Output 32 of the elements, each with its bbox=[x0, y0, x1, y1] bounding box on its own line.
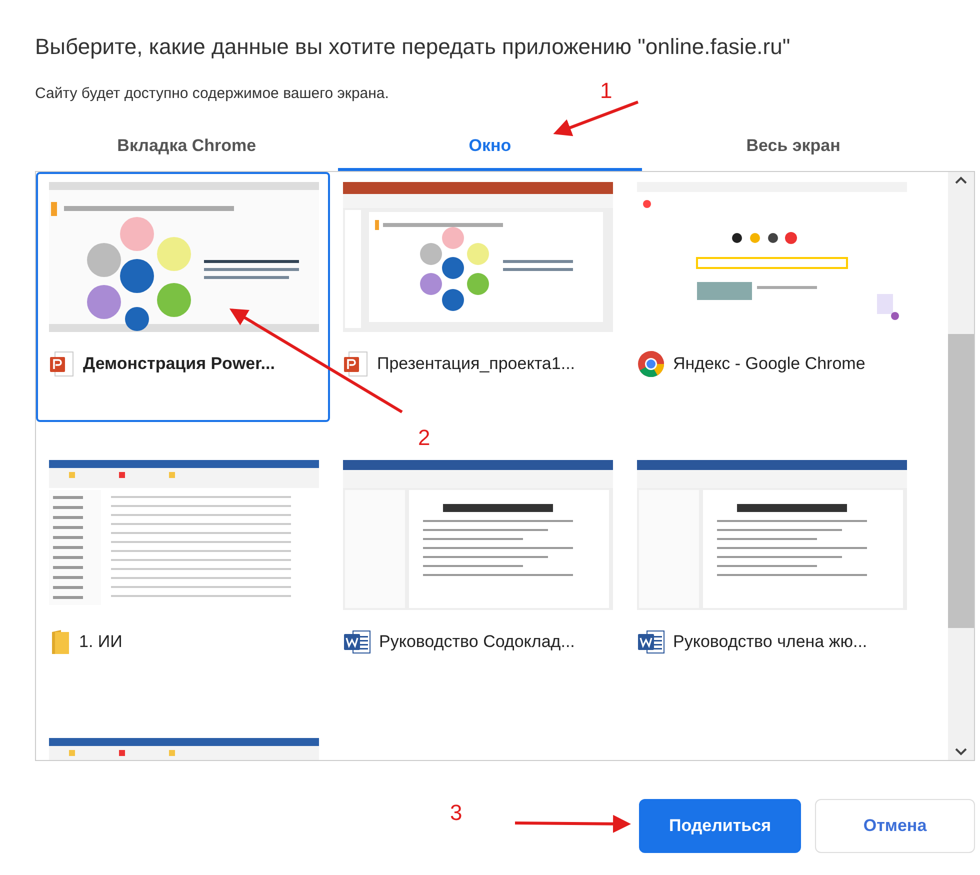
tab[interactable]: Весь экран bbox=[642, 126, 945, 171]
annotation-number: 3 bbox=[450, 802, 462, 824]
scrollbar[interactable] bbox=[948, 172, 974, 760]
window-card[interactable]: 1. ИИ bbox=[36, 450, 330, 700]
dialog-title: Выберите, какие данные вы хотите передать приложению "online.fasie.ru" bbox=[35, 33, 790, 61]
tab[interactable]: Окно bbox=[338, 126, 642, 171]
share-button[interactable]: Поделиться bbox=[639, 799, 801, 853]
window-title: Руководство члена жю... bbox=[673, 632, 868, 652]
tab[interactable]: Вкладка Chrome bbox=[35, 126, 338, 171]
window-title: 1. ИИ bbox=[79, 632, 122, 652]
scrollbar-thumb[interactable] bbox=[948, 334, 974, 628]
window-card[interactable]: Яндекс - Google Chrome bbox=[624, 172, 918, 422]
annotation-number: 2 bbox=[418, 427, 430, 449]
window-card[interactable]: Руководство члена жю... bbox=[624, 450, 918, 700]
cancel-button[interactable]: Отмена bbox=[815, 799, 975, 853]
document-file-icon bbox=[343, 628, 371, 656]
window-card[interactable]: Презентация_проекта1... bbox=[330, 172, 624, 422]
window-title: Яндекс - Google Chrome bbox=[673, 354, 866, 374]
folder-icon bbox=[49, 628, 71, 656]
document-file-icon bbox=[637, 628, 665, 656]
chevron-up-icon[interactable] bbox=[955, 176, 967, 184]
window-card[interactable]: Руководство Содоклад... bbox=[330, 450, 624, 700]
window-title: Презентация_проекта1... bbox=[377, 354, 576, 374]
window-title: Демонстрация Power... bbox=[83, 354, 275, 374]
presentation-file-icon bbox=[343, 350, 369, 378]
chevron-down-icon[interactable] bbox=[955, 748, 967, 756]
window-title: Руководство Содоклад... bbox=[379, 632, 575, 652]
dialog-subtitle: Сайту будет доступно содержимое вашего экрана. bbox=[35, 84, 389, 104]
window-card[interactable]: Демонстрация Power... bbox=[36, 172, 330, 422]
annotation-number: 1 bbox=[600, 80, 612, 102]
presentation-file-icon bbox=[49, 350, 75, 378]
browser-logo-icon bbox=[637, 350, 665, 378]
